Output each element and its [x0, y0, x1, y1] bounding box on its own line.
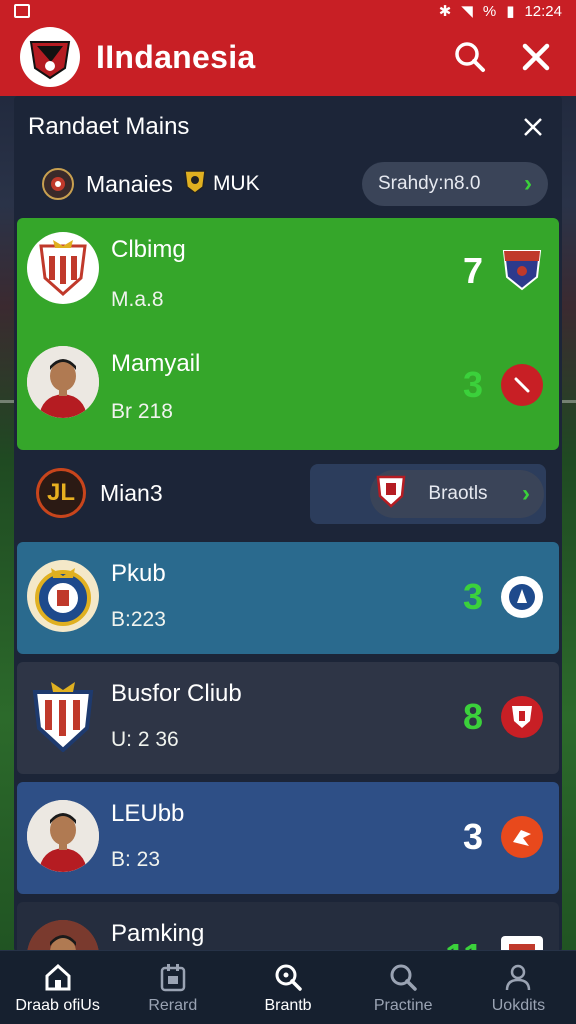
search-icon	[272, 961, 304, 993]
nav-item-uokdits[interactable]: Uokdits	[461, 951, 576, 1024]
section-row: JL Mian3 Braotls ›	[14, 458, 562, 530]
team-score: 8	[462, 696, 483, 737]
nav-item-practine[interactable]: Practine	[346, 951, 461, 1024]
close-icon	[522, 43, 550, 71]
nav-label: Uokdits	[491, 996, 546, 1014]
team-name: Busfor Cliub	[111, 680, 242, 707]
match-card[interactable]: LEUbb B: 23 3	[17, 782, 559, 894]
team-name: LEUbb	[111, 800, 185, 827]
league-crest-icon	[42, 168, 74, 200]
app-title: IIndanesia	[96, 38, 256, 75]
search-icon	[455, 42, 485, 72]
nav-label: Brantb	[264, 996, 312, 1014]
team-score: 3	[462, 364, 483, 405]
team-score: 7	[462, 250, 483, 291]
club-badge-icon	[501, 696, 543, 738]
notification-icon	[14, 4, 30, 18]
club-badge-icon	[501, 816, 543, 858]
player-avatar	[27, 800, 99, 872]
close-app-button[interactable]	[516, 37, 556, 77]
match-card[interactable]: Busfor Cliub U: 2 36 8	[17, 662, 559, 774]
team-name: Pamking	[111, 920, 205, 947]
featured-team-row[interactable]: Mamyail Br 218 3	[17, 336, 559, 436]
team-name: Mamyail	[111, 350, 201, 377]
app-logo	[20, 27, 80, 87]
section-filter-pill[interactable]: Braotls ›	[370, 470, 544, 518]
close-icon	[524, 118, 542, 136]
league-name: Manaies	[86, 170, 173, 197]
team-sub: Br 218	[111, 400, 173, 423]
match-card[interactable]: Pamking 11	[17, 902, 559, 952]
clock: 12:24	[524, 2, 562, 20]
league-filter-pill[interactable]: Srahdy:n8.0 ›	[362, 162, 548, 206]
featured-team-row[interactable]: Clbimg M.a.8 7	[17, 218, 559, 318]
bottom-navigation: Draab ofiUs Rerard Brantb Practine Uokdi…	[0, 950, 576, 1024]
nav-item-home[interactable]: Draab ofiUs	[0, 951, 115, 1024]
team-sub: M.a.8	[111, 288, 164, 311]
matches-panel: Randaet Mains Manaies MUK Srahdy:n8.0 ›	[14, 96, 562, 952]
user-icon	[502, 961, 534, 993]
calendar-icon	[157, 961, 189, 993]
chevron-right-icon: ›	[521, 480, 530, 507]
panel-title: Randaet Mains	[28, 113, 190, 140]
section-pill-label: Braotls	[428, 483, 488, 504]
team-crest-icon	[27, 232, 99, 304]
team-name: Clbimg	[111, 236, 186, 263]
league-pill-label: Srahdy:n8.0	[378, 173, 481, 194]
nav-label: Rerard	[148, 996, 198, 1014]
nav-item-brantb[interactable]: Brantb	[230, 951, 345, 1024]
close-panel-button[interactable]	[518, 112, 548, 142]
team-name: Pkub	[111, 560, 166, 587]
featured-match-card[interactable]: Clbimg M.a.8 7 Mamyail Br 218 3	[17, 218, 559, 450]
section-crest-text: JL	[46, 479, 75, 506]
search-icon	[387, 961, 419, 993]
club-badge-icon	[501, 576, 543, 618]
app-bar: IIndanesia	[0, 18, 576, 96]
team-crest-icon	[27, 680, 99, 752]
home-icon	[42, 961, 74, 993]
league-badge-icon	[183, 169, 207, 200]
team-score: 3	[462, 816, 483, 857]
shield-badge-icon	[501, 248, 543, 291]
nav-label: Draab ofiUs	[15, 996, 100, 1014]
league-row: Manaies MUK Srahdy:n8.0 ›	[14, 158, 562, 210]
player-avatar	[27, 346, 99, 418]
nav-item-rerard[interactable]: Rerard	[115, 951, 230, 1024]
league-tag: MUK	[212, 172, 260, 195]
shield-badge-icon	[376, 474, 406, 514]
search-button[interactable]	[450, 37, 490, 77]
team-sub: B:223	[111, 608, 166, 631]
section-crest-icon: JL	[36, 468, 86, 518]
club-crest-icon	[29, 41, 71, 80]
chevron-right-icon: ›	[524, 170, 532, 197]
team-crest-icon	[27, 560, 99, 632]
nav-label: Practine	[373, 996, 433, 1014]
team-sub: B: 23	[111, 848, 161, 871]
team-score: 3	[462, 576, 483, 617]
battery-percent: %	[482, 2, 497, 20]
match-card[interactable]: Pkub B:223 3	[17, 542, 559, 654]
team-sub: U: 2 36	[111, 728, 179, 751]
player-avatar	[27, 920, 99, 952]
no-entry-badge-icon	[501, 364, 543, 406]
panel-header: Randaet Mains	[14, 96, 562, 158]
section-name: Mian3	[100, 480, 163, 506]
